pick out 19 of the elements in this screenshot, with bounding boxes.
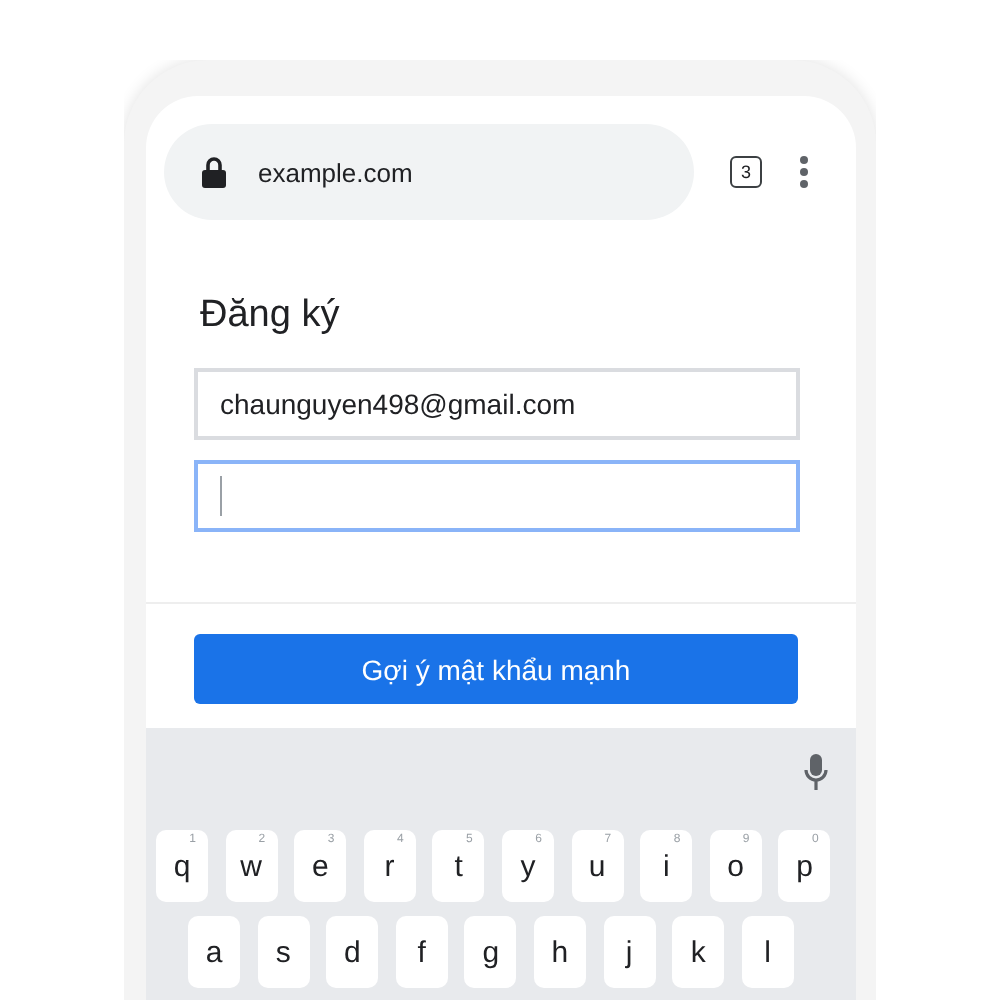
keyboard-key[interactable]: j (603, 916, 656, 988)
keyboard-key[interactable]: l (741, 916, 794, 988)
form-title: Đăng ký (200, 294, 342, 338)
microphone-icon[interactable] (804, 754, 828, 790)
keyboard-key[interactable]: f (395, 916, 448, 988)
address-bar[interactable]: example.com (164, 124, 694, 220)
keyboard-key[interactable]: k (672, 916, 725, 988)
keyboard-key[interactable]: h (533, 916, 586, 988)
input-field[interactable] (194, 460, 800, 532)
menu-icon[interactable] (800, 156, 808, 188)
suggest-password-button[interactable]: Gợi ý mật khẩu mạnh (194, 634, 798, 704)
url-text: example.com (258, 157, 413, 187)
keyboard-key[interactable]: g (464, 916, 517, 988)
lock-icon (202, 156, 226, 188)
keyboard-key[interactable]: d (326, 916, 379, 988)
tab-count[interactable]: 3 (730, 156, 762, 188)
input-field[interactable]: chaunguyen498@gmail.com (194, 368, 800, 440)
keyboard-key[interactable]: s (257, 916, 310, 988)
keyboard-key[interactable]: a (188, 916, 240, 988)
